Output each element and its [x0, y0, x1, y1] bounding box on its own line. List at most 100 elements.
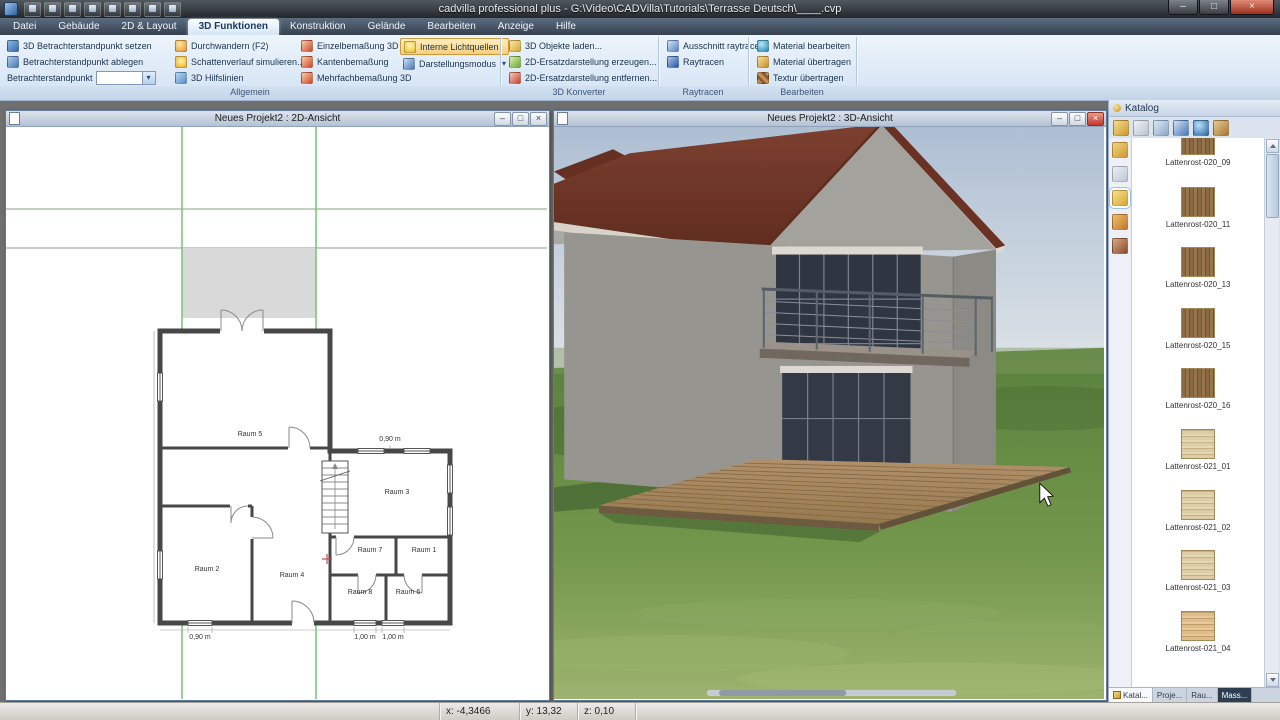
tab-konstruktion[interactable]: Konstruktion: [279, 19, 357, 35]
display-mode-icon: [403, 57, 415, 70]
status-x-coordinate: x: -4,3466: [440, 703, 520, 720]
2d-maximize-button[interactable]: □: [512, 112, 529, 126]
tab-3d-funktionen[interactable]: 3D Funktionen: [187, 19, 280, 35]
texture-thumbnail[interactable]: [1181, 308, 1215, 338]
catalog-tab-masse[interactable]: Mass...: [1217, 688, 1253, 702]
scroll-up-icon[interactable]: [1266, 139, 1279, 153]
display-mode-button[interactable]: Darstellungsmodus ▾: [400, 56, 509, 71]
texture-list-item[interactable]: Lattenrost-020_16: [1132, 368, 1264, 420]
category-textures-icon[interactable]: [1110, 188, 1130, 208]
texture-thumbnail[interactable]: [1181, 187, 1215, 217]
room-label: Raum 4: [280, 572, 305, 579]
texture-list-item[interactable]: Lattenrost-021_01: [1132, 429, 1264, 481]
texture-thumbnail[interactable]: [1181, 138, 1215, 155]
tab-hilfe[interactable]: Hilfe: [545, 19, 587, 35]
application-window: cadvilla professional plus - G:\Video\CA…: [0, 0, 1280, 720]
tab-anzeige[interactable]: Anzeige: [487, 19, 545, 35]
shadow-simulation-button[interactable]: Schattenverlauf simulieren...: [172, 54, 308, 69]
transfer-material-button[interactable]: Material übertragen: [754, 54, 854, 69]
titlebar[interactable]: cadvilla professional plus - G:\Video\CA…: [0, 0, 1280, 18]
scrollbar-thumb[interactable]: [1266, 154, 1279, 218]
texture-list-item[interactable]: Lattenrost-020_09: [1132, 138, 1264, 177]
qat-save-button[interactable]: [64, 1, 81, 17]
single-dimension-3d-button[interactable]: Einzelbemaßung 3D: [298, 38, 415, 53]
scroll-down-icon[interactable]: [1266, 673, 1279, 687]
2d-minimize-button[interactable]: –: [494, 112, 511, 126]
edge-dimension-button[interactable]: Kantenbemaßung: [298, 54, 415, 69]
3d-viewport[interactable]: [554, 127, 1104, 699]
catalog-tab-raum[interactable]: Rau...: [1187, 688, 1218, 702]
tab-gelaende[interactable]: Gelände: [357, 19, 417, 35]
window-2d-view: Neues Projekt2 : 2D-Ansicht – □ × Raum 5…: [5, 110, 550, 701]
3d-maximize-button[interactable]: □: [1069, 112, 1086, 126]
group-label-raytracen: Raytracen: [682, 87, 724, 97]
tab-datei[interactable]: Datei: [2, 19, 47, 35]
catalog-scrollbar[interactable]: [1264, 138, 1279, 688]
qat-new-button[interactable]: [24, 1, 41, 17]
load-3d-objects-button[interactable]: 3D Objekte laden...: [506, 38, 660, 53]
material-edit-icon: [757, 39, 769, 52]
maximize-button[interactable]: □: [1199, 0, 1229, 15]
raytrace-crop-button[interactable]: Ausschnitt raytracen: [664, 38, 768, 53]
2d-close-button[interactable]: ×: [530, 112, 547, 126]
catalog-new-icon[interactable]: [1133, 120, 1149, 136]
catalog-tab-projekt[interactable]: Proje...: [1153, 688, 1188, 702]
category-objects-icon[interactable]: [1112, 238, 1128, 254]
category-materials-icon[interactable]: [1112, 214, 1128, 230]
upper-window-unit: [771, 246, 923, 350]
tab-gebaeude[interactable]: Gebäude: [47, 19, 110, 35]
dimension-label: 1,00 m: [382, 634, 404, 641]
set-viewpoint-button[interactable]: 3D Betrachterstandpunkt setzen: [4, 38, 156, 53]
catalog-open-icon[interactable]: [1113, 120, 1129, 136]
category-folder-icon[interactable]: [1112, 142, 1128, 158]
qat-print-button[interactable]: [124, 1, 141, 17]
texture-thumbnail[interactable]: [1181, 611, 1215, 641]
category-document-icon[interactable]: [1112, 166, 1128, 182]
statusbar: x: -4,3466 y: 13,32 z: 0,10: [0, 702, 1280, 720]
texture-thumbnail[interactable]: [1181, 368, 1215, 398]
texture-thumbnail[interactable]: [1181, 550, 1215, 580]
minimize-button[interactable]: –: [1168, 0, 1198, 15]
3d-window-titlebar[interactable]: Neues Projekt2 : 3D-Ansicht – □ ×: [554, 111, 1106, 127]
internal-lights-button[interactable]: Interne Lichtquellen: [400, 38, 510, 55]
qat-undo-button[interactable]: [84, 1, 101, 17]
3d-horizontal-scrollbar[interactable]: [706, 689, 957, 696]
texture-list-item[interactable]: Lattenrost-020_15: [1132, 308, 1264, 360]
transfer-texture-button[interactable]: Textur übertragen: [754, 70, 854, 85]
3d-minimize-button[interactable]: –: [1051, 112, 1068, 126]
create-2d-substitute-button[interactable]: 2D-Ersatzdarstellung erzeugen...: [506, 54, 660, 69]
texture-list-item[interactable]: Lattenrost-021_04: [1132, 611, 1264, 663]
texture-thumbnail[interactable]: [1181, 247, 1215, 277]
raytrace-button[interactable]: Raytracen: [664, 54, 768, 69]
catalog-view-icon[interactable]: [1173, 120, 1189, 136]
catalog-box-icon[interactable]: [1213, 120, 1229, 136]
close-button[interactable]: ×: [1230, 0, 1274, 15]
texture-thumbnail[interactable]: [1181, 429, 1215, 459]
tab-bearbeiten[interactable]: Bearbeiten: [416, 19, 486, 35]
walk-through-button[interactable]: Durchwandern (F2): [172, 38, 308, 53]
qat-open-button[interactable]: [44, 1, 61, 17]
guides-icon: [175, 71, 187, 84]
edit-material-button[interactable]: Material bearbeiten: [754, 38, 854, 53]
qat-help-button[interactable]: [164, 1, 181, 17]
multi-dimension-3d-button[interactable]: Mehrfachbemaßung 3D: [298, 70, 415, 85]
texture-list-item[interactable]: Lattenrost-020_13: [1132, 247, 1264, 299]
catalog-globe-icon[interactable]: [1193, 120, 1209, 136]
texture-list-item[interactable]: Lattenrost-021_03: [1132, 550, 1264, 602]
viewpoint-select[interactable]: ▾: [95, 70, 156, 85]
3d-close-button[interactable]: ×: [1087, 112, 1104, 126]
tab-2d-layout[interactable]: 2D & Layout: [111, 19, 188, 35]
drop-viewpoint-button[interactable]: Betrachterstandpunkt ablegen: [4, 54, 156, 69]
texture-list-item[interactable]: Lattenrost-021_02: [1132, 490, 1264, 542]
2d-window-titlebar[interactable]: Neues Projekt2 : 2D-Ansicht – □ ×: [6, 111, 549, 127]
guides-3d-button[interactable]: 3D Hilfslinien: [172, 70, 308, 85]
qat-redo-button[interactable]: [104, 1, 121, 17]
qat-zoom-button[interactable]: [144, 1, 161, 17]
floor-plan-canvas[interactable]: Raum 5 Raum 3 Raum 7 Raum 1 Raum 2 Raum …: [6, 127, 547, 699]
catalog-copy-icon[interactable]: [1153, 120, 1169, 136]
texture-thumbnail[interactable]: [1181, 490, 1215, 520]
texture-list-item[interactable]: Lattenrost-020_11: [1132, 187, 1264, 239]
catalog-tab-katalog[interactable]: Katal...: [1109, 688, 1153, 702]
remove-2d-substitute-button[interactable]: 2D-Ersatzdarstellung entfernen...: [506, 70, 660, 85]
catalog-header[interactable]: Katalog: [1109, 100, 1280, 117]
